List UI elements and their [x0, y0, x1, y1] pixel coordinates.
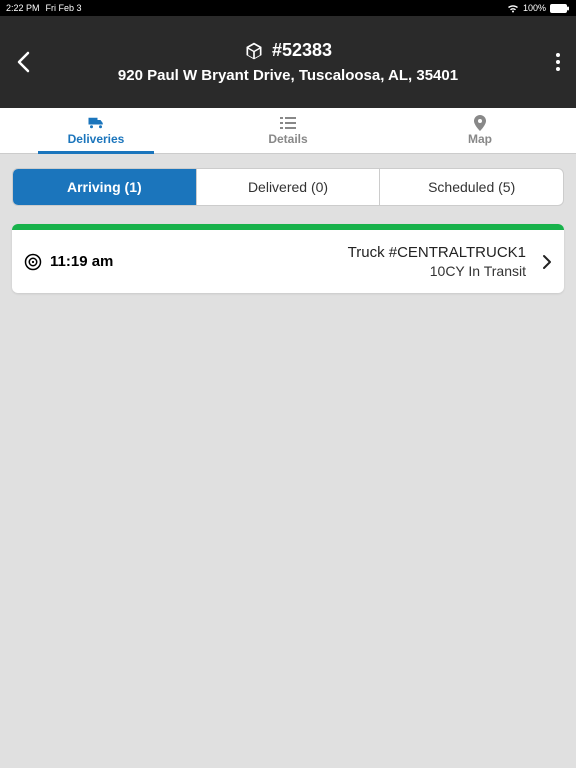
status-bar: 2:22 PM Fri Feb 3 100%: [0, 0, 576, 16]
header: #52383 920 Paul W Bryant Drive, Tuscaloo…: [0, 16, 576, 108]
tab-details[interactable]: Details: [192, 108, 384, 153]
battery-icon: [550, 4, 570, 13]
status-date: Fri Feb 3: [46, 3, 82, 13]
wifi-icon: [507, 4, 519, 13]
truck-icon: [87, 115, 105, 131]
delivery-card[interactable]: 11:19 am Truck #CENTRALTRUCK1 10CY In Tr…: [12, 224, 564, 293]
order-number: #52383: [272, 40, 332, 61]
back-button[interactable]: [16, 51, 30, 73]
tab-details-label: Details: [268, 132, 307, 146]
content-area: Arriving (1) Delivered (0) Scheduled (5)…: [0, 154, 576, 307]
target-icon: [24, 253, 42, 271]
package-icon: [244, 41, 264, 61]
tab-map[interactable]: Map: [384, 108, 576, 153]
arrival-time: 11:19 am: [50, 253, 113, 270]
pin-icon: [474, 115, 486, 131]
tab-deliveries-label: Deliveries: [68, 132, 125, 146]
top-tabs: Deliveries Details Map: [0, 108, 576, 154]
address: 920 Paul W Bryant Drive, Tuscaloosa, AL,…: [118, 67, 458, 84]
segment-scheduled-label: Scheduled (5): [428, 179, 515, 195]
truck-id: Truck #CENTRALTRUCK1: [348, 244, 526, 261]
tab-deliveries[interactable]: Deliveries: [0, 108, 192, 153]
segment-delivered-label: Delivered (0): [248, 179, 328, 195]
delivery-status: 10CY In Transit: [348, 263, 526, 279]
chevron-right-icon: [542, 254, 552, 270]
battery-pct: 100%: [523, 3, 546, 13]
segment-delivered[interactable]: Delivered (0): [197, 169, 381, 205]
list-icon: [280, 115, 296, 131]
segment-scheduled[interactable]: Scheduled (5): [380, 169, 563, 205]
segment-arriving-label: Arriving (1): [67, 179, 142, 195]
segment-arriving[interactable]: Arriving (1): [13, 169, 197, 205]
tab-map-label: Map: [468, 132, 492, 146]
status-time: 2:22 PM: [6, 3, 40, 13]
more-options-button[interactable]: [556, 53, 560, 71]
segment-control: Arriving (1) Delivered (0) Scheduled (5): [12, 168, 564, 206]
